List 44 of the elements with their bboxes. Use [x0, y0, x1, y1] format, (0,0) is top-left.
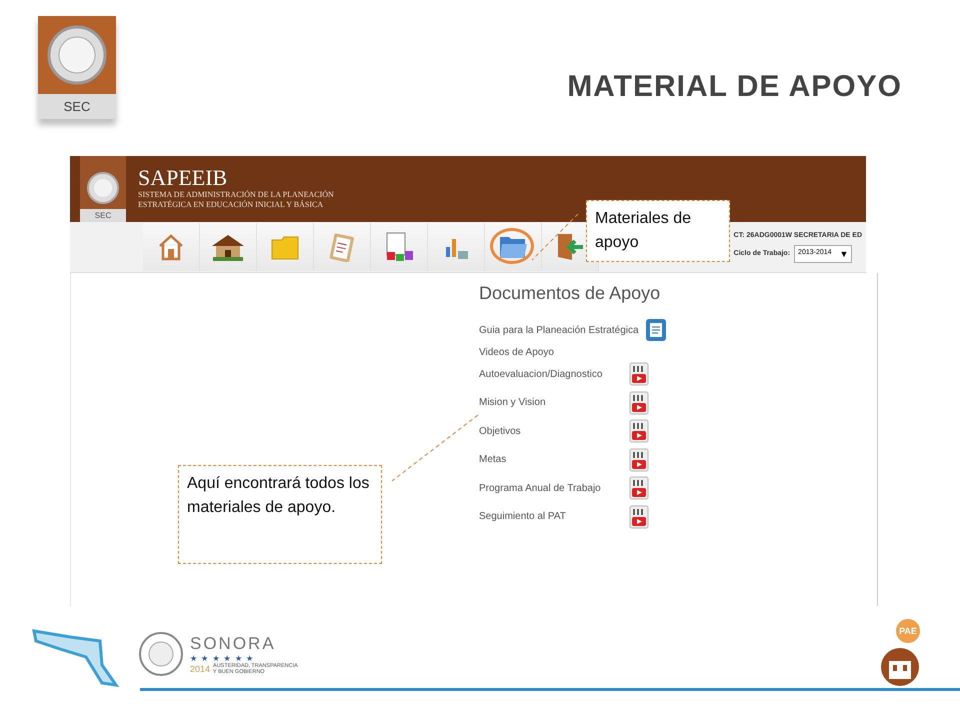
highlight-circle [490, 228, 534, 264]
folder-icon [271, 234, 299, 260]
stars-row-text: ★ ★ ★ ★ ★ ★ [190, 654, 256, 662]
seal-icon [138, 631, 184, 677]
video-icon[interactable] [629, 476, 649, 500]
folder-icon [498, 234, 528, 260]
logo-label: SEC [80, 209, 126, 222]
document-link[interactable]: Autoevaluacion/Diagnostico [479, 368, 623, 380]
callout-note: Materiales de apoyo [586, 200, 730, 262]
video-icon[interactable] [629, 419, 649, 444]
year-label: 2014 [190, 664, 210, 674]
video-icon[interactable] [629, 362, 649, 386]
document-link[interactable]: Guia para la Planeación Estratégica [479, 324, 639, 336]
document-link[interactable]: Mision y Vision [479, 397, 623, 408]
toolbar-button[interactable] [485, 223, 542, 271]
document-link[interactable]: Objetivos [479, 426, 623, 437]
video-icon[interactable] [629, 504, 649, 529]
toolbar-button[interactable] [143, 223, 200, 271]
house-icon [211, 233, 245, 261]
document-link[interactable]: Seguimiento al PAT [479, 511, 623, 522]
document-link[interactable]: Metas [479, 454, 623, 466]
seal-icon [47, 25, 107, 85]
word-document-icon[interactable] [644, 318, 667, 342]
callout-note: Aquí encontrará todos los materiales de apoyo. [178, 465, 382, 564]
toolbar-button[interactable] [371, 223, 428, 271]
subheading: Videos de Apoyo [479, 346, 554, 358]
logo-label: SEC [38, 94, 116, 119]
program-badge: PAE [896, 619, 920, 643]
app-subtitle: ESTRATÉGICA EN EDUCACIÓN INICIAL Y BÁSICA [138, 200, 324, 210]
video-icon[interactable] [629, 448, 649, 472]
document-link[interactable]: Programa Anual de Trabajo [479, 482, 623, 494]
leader-line [530, 212, 580, 262]
state-map-icon [30, 627, 120, 687]
building-icon [880, 647, 920, 687]
exit-door-icon [555, 232, 585, 262]
seal-icon [86, 171, 120, 205]
app-name: SAPEEIB [138, 166, 228, 190]
section-heading: Documentos de Apoyo [479, 283, 662, 304]
toolbar-button[interactable] [200, 223, 257, 271]
slide-title: MATERIAL DE APOYO [567, 70, 902, 104]
state-name: SONORA [190, 634, 277, 654]
app-subtitle: SISTEMA DE ADMINISTRACIÓN DE LA PLANEACIÓN [138, 190, 334, 200]
home-icon [158, 233, 184, 261]
video-icon[interactable] [629, 390, 649, 415]
